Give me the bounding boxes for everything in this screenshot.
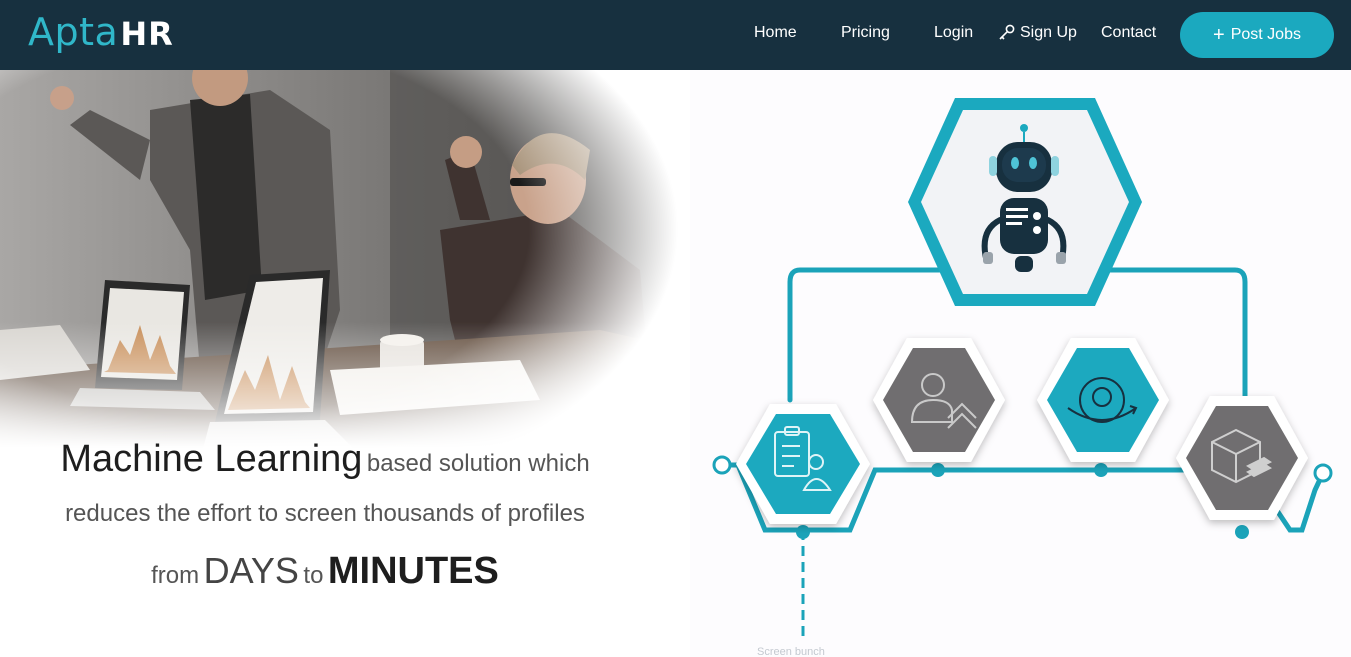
hero-days: DAYS — [203, 550, 299, 591]
hero-minutes: MINUTES — [327, 550, 499, 592]
robot-hexagon — [908, 98, 1142, 306]
post-jobs-label: Post Jobs — [1230, 26, 1301, 43]
hero-photo-office-meeting — [0, 70, 690, 490]
hero-headline-big: Machine Learning — [60, 438, 363, 480]
diagram-caption: Screen bunch — [757, 646, 825, 657]
package-hexagon — [1176, 396, 1308, 520]
process-diagram: Screen bunch — [690, 70, 1351, 657]
nav-home-link[interactable]: Home — [754, 24, 797, 42]
eye-rotate-hexagon — [1037, 338, 1169, 462]
hero-from: from — [151, 562, 200, 589]
plus-icon: + — [1213, 24, 1225, 46]
post-jobs-button[interactable]: + Post Jobs — [1180, 12, 1334, 58]
hero-headline-small: based solution which — [366, 450, 590, 477]
navbar: Apta HR Home Pricing Login Sign Up Conta… — [0, 0, 1351, 70]
nav-contact-link[interactable]: Contact — [1101, 24, 1156, 42]
key-icon — [999, 24, 1015, 40]
nav-login-link[interactable]: Login — [934, 24, 973, 42]
logo[interactable]: Apta HR — [28, 10, 174, 56]
hero-tagline-line2: reduces the effort to screen thousands o… — [65, 500, 585, 527]
hero-tagline-line1: Machine Learning based solution which — [0, 438, 650, 481]
nav-pricing-link[interactable]: Pricing — [841, 24, 890, 42]
nav-signup-label: Sign Up — [1020, 24, 1077, 41]
logo-text-apta: Apta — [28, 10, 119, 54]
hero-tagline-line3: from DAYS to MINUTES — [0, 550, 650, 593]
logo-text-hr: HR — [120, 15, 174, 53]
nav-signup-link[interactable]: Sign Up — [998, 24, 1077, 42]
hero-to: to — [303, 562, 324, 589]
